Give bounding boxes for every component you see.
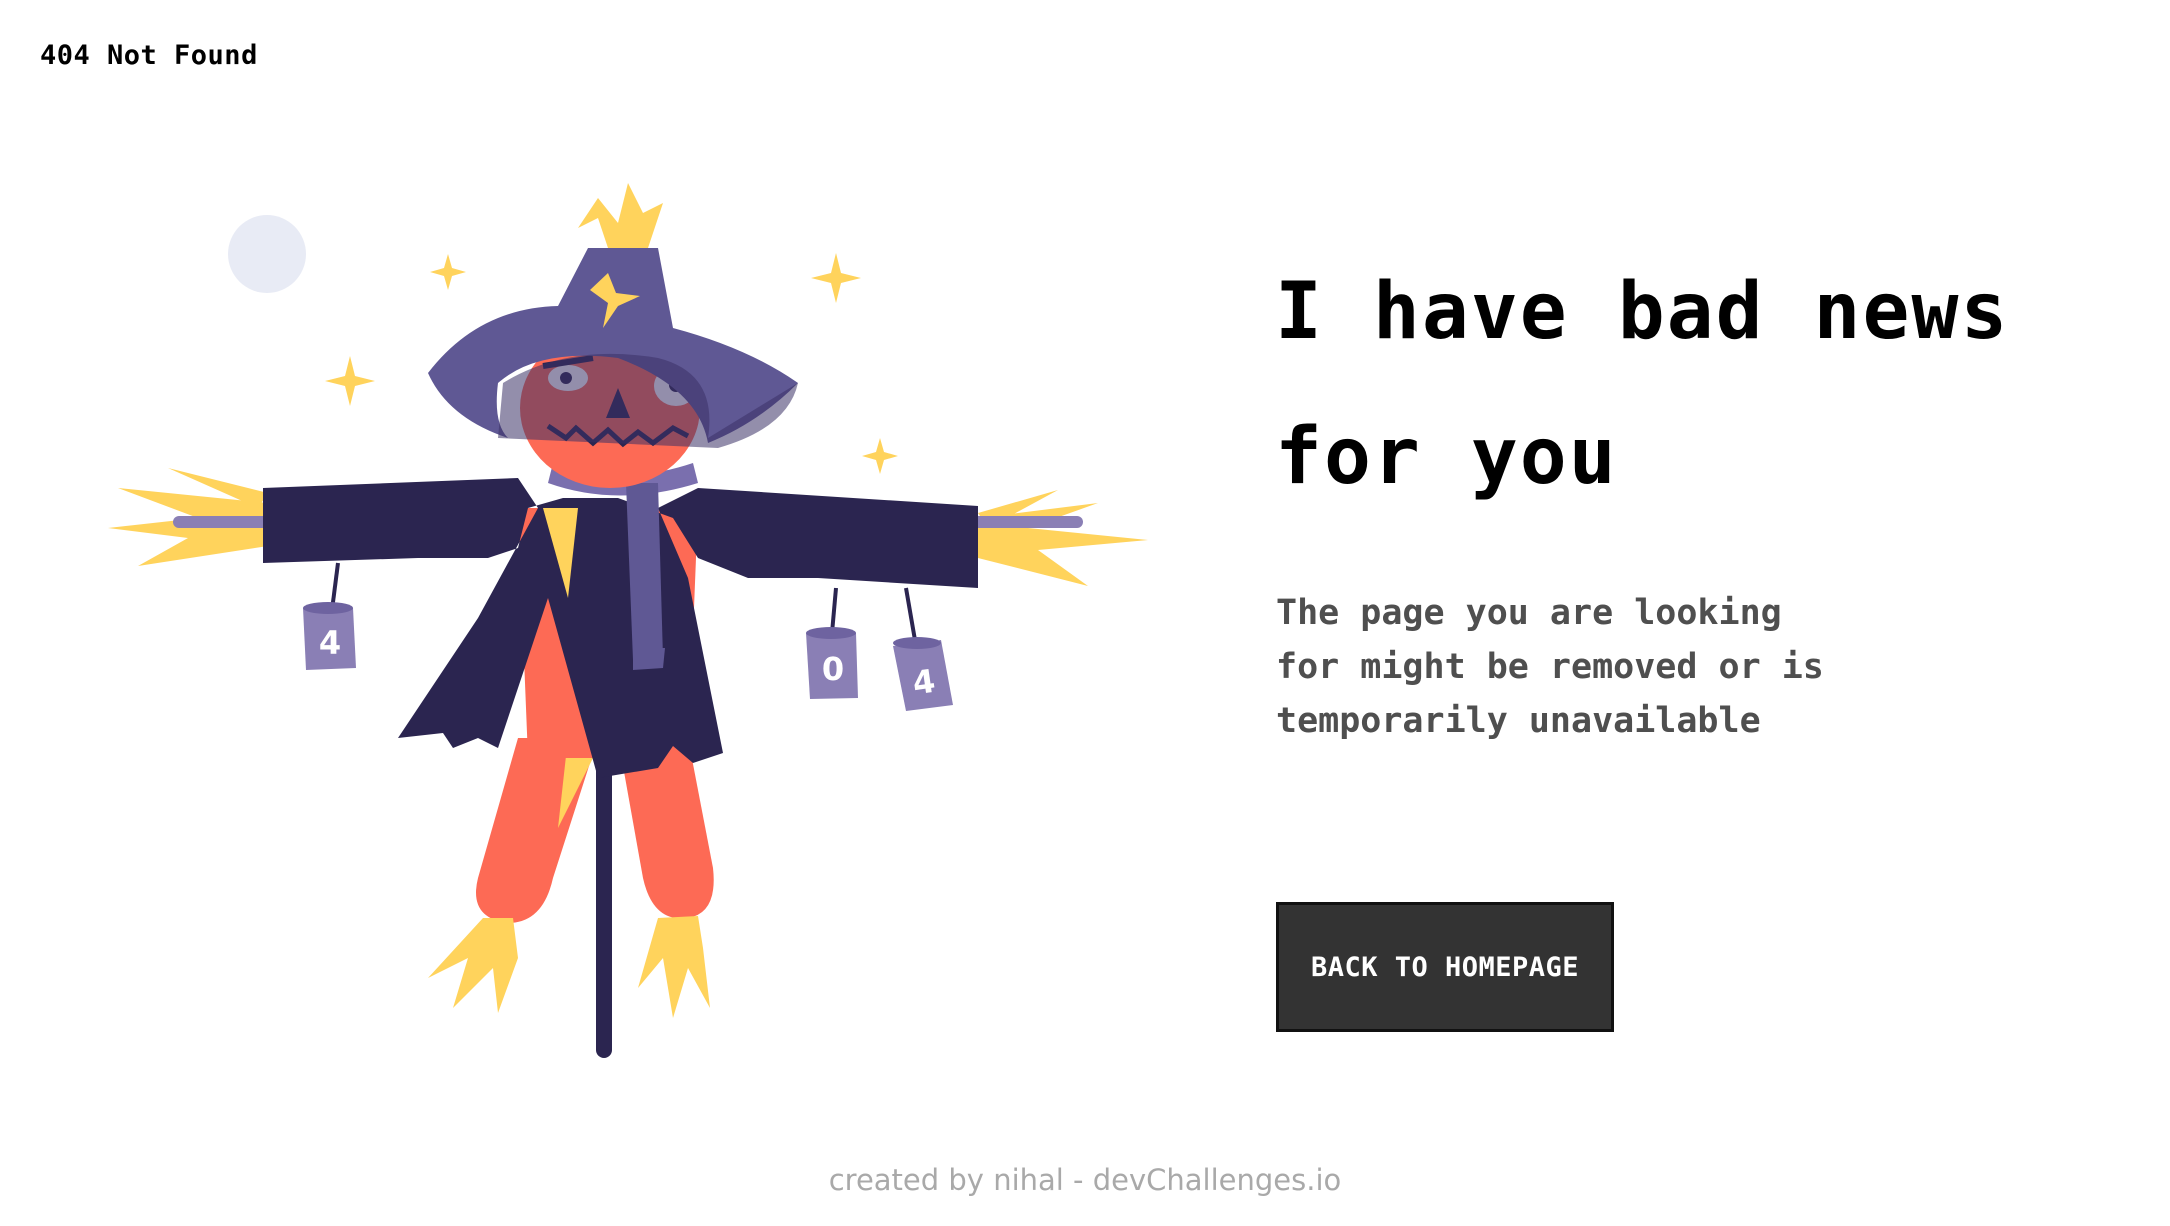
moon-icon (228, 215, 306, 293)
scarecrow-illustration: 4 0 4 (98, 178, 1150, 1058)
footer-credit: created by nihal - devChallenges.io (828, 1163, 1342, 1197)
site-title: 404 Not Found (40, 40, 258, 71)
can-label: 0 (822, 650, 844, 688)
can-label: 4 (319, 624, 341, 662)
sparkle-icon (811, 253, 861, 303)
error-description: The page you are looking for might be re… (1276, 593, 1824, 741)
sparkle-icon (325, 356, 375, 406)
sparkle-icon (862, 438, 898, 474)
headline: I have bad news for you (1275, 267, 2010, 502)
sparkle-icon (430, 254, 466, 290)
back-to-homepage-button[interactable]: BACK TO HOMEPAGE (1276, 902, 1614, 1032)
